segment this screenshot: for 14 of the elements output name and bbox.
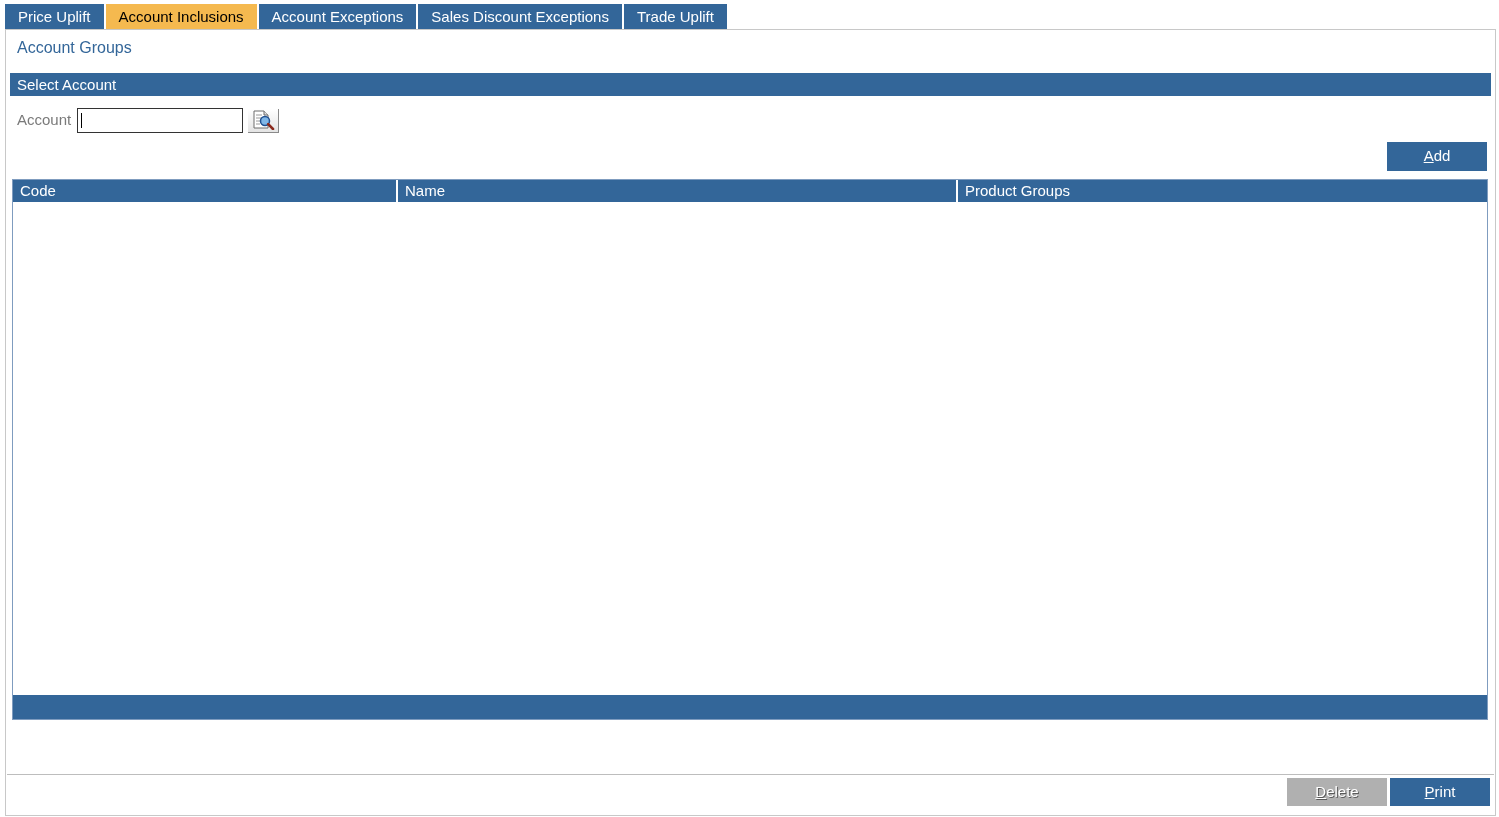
tab[interactable]: Account Inclusions	[105, 4, 257, 29]
add-button[interactable]: Add	[1387, 142, 1487, 171]
tab[interactable]: Trade Uplift	[623, 4, 727, 29]
section-title: Select Account	[17, 75, 117, 94]
lookup-button[interactable]	[248, 108, 280, 133]
tab[interactable]: Price Uplift	[5, 4, 104, 29]
account-input[interactable]	[77, 108, 244, 133]
field-label: Account	[17, 110, 72, 131]
tab[interactable]: Account Exceptions	[258, 4, 417, 29]
tab[interactable]: Sales Discount Exceptions	[418, 4, 622, 29]
column-header[interactable]: Code	[13, 180, 396, 202]
document-magnifier-icon	[251, 110, 276, 130]
footer-button[interactable]: Print	[1390, 778, 1490, 806]
section-heading: Account Groups	[17, 39, 132, 56]
